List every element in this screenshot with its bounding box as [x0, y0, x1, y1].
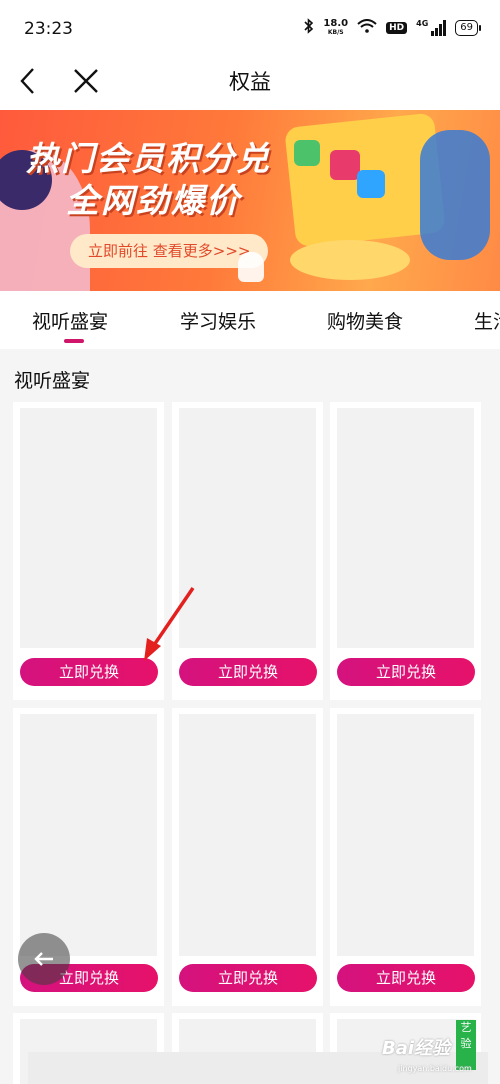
banner-title-line1: 热门会员积分兑	[26, 139, 271, 178]
watermark-logo: Bai经验	[382, 1038, 451, 1059]
watermark-url: jingyan.baidu.com	[398, 1064, 472, 1073]
redeem-button[interactable]: 立即兑换	[337, 964, 475, 992]
product-image	[337, 714, 474, 956]
redeem-button[interactable]: 立即兑换	[179, 658, 317, 686]
network-type: 4G	[416, 18, 429, 28]
video-app-icon	[330, 150, 360, 180]
signal-icon	[431, 20, 447, 36]
floating-back-button[interactable]	[18, 933, 70, 985]
speed-unit: KB/S	[327, 29, 344, 36]
banner-title: 热门会员积分兑 全网劲爆价	[26, 138, 271, 222]
pointer-hand-icon	[238, 252, 264, 282]
redeem-button[interactable]: 立即兑换	[179, 964, 317, 992]
banner-title-line2: 全网劲爆价	[66, 181, 241, 220]
title-bar: 权益	[0, 52, 500, 110]
battery-indicator: 69	[455, 20, 481, 36]
section-title: 视听盛宴	[14, 370, 91, 392]
tab-shopping-food[interactable]: 购物美食	[327, 307, 403, 334]
product-image	[179, 408, 316, 648]
redeem-button[interactable]: 立即兑换	[20, 658, 158, 686]
redeem-button[interactable]: 立即兑换	[337, 658, 475, 686]
status-icons: 18.0 KB/S HD 4G 69	[304, 18, 481, 38]
status-bar: 23:23 18.0 KB/S HD 4G 69	[0, 0, 500, 52]
speed-value: 18.0	[323, 18, 349, 29]
left-arrow-icon	[34, 952, 53, 966]
active-tab-indicator	[64, 339, 84, 343]
promo-banner[interactable]: 热门会员积分兑 全网劲爆价 立即前往 查看更多>>>	[0, 110, 500, 291]
page-title: 权益	[229, 70, 271, 94]
network-speed: 18.0 KB/S	[323, 19, 348, 37]
banner-character-right	[420, 130, 490, 260]
category-tabs: 视听盛宴 学习娱乐 购物美食 生活	[0, 291, 500, 349]
product-image	[337, 408, 474, 648]
iqiyi-app-icon	[294, 140, 320, 166]
product-image	[179, 714, 316, 956]
banner-coins	[290, 240, 410, 280]
tab-audio-visual[interactable]: 视听盛宴	[32, 307, 108, 334]
product-card[interactable]: 立即兑换	[13, 402, 164, 700]
wifi-icon	[357, 19, 377, 37]
tab-study-entertainment[interactable]: 学习娱乐	[180, 307, 256, 334]
tencent-video-icon	[357, 170, 385, 198]
status-time: 23:23	[24, 19, 73, 39]
side-tag[interactable]: 艺验	[456, 1020, 476, 1070]
tab-life[interactable]: 生活	[474, 307, 500, 334]
bluetooth-icon	[304, 18, 314, 38]
product-card[interactable]: 立即兑换	[172, 402, 323, 700]
product-image	[20, 714, 157, 956]
product-card[interactable]: 立即兑换	[330, 708, 481, 1006]
hd-badge: HD	[386, 22, 408, 34]
product-card[interactable]: 立即兑换	[330, 402, 481, 700]
product-image	[20, 408, 157, 648]
product-card[interactable]: 立即兑换	[172, 708, 323, 1006]
